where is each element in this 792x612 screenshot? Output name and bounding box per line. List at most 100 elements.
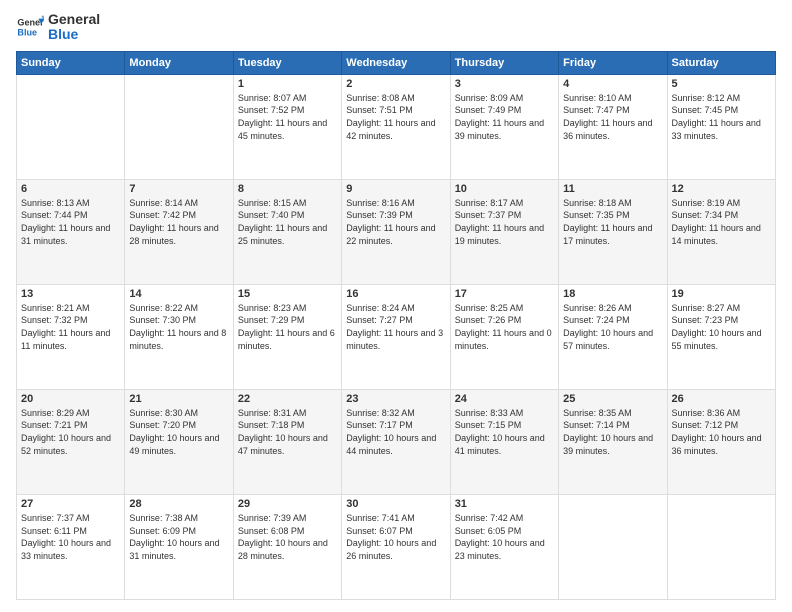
day-info: Sunrise: 8:33 AMSunset: 7:15 PMDaylight:…: [455, 407, 554, 457]
day-info: Sunrise: 8:35 AMSunset: 7:14 PMDaylight:…: [563, 407, 662, 457]
day-info: Sunrise: 8:22 AMSunset: 7:30 PMDaylight:…: [129, 302, 228, 352]
day-info: Sunrise: 7:39 AMSunset: 6:08 PMDaylight:…: [238, 512, 337, 562]
calendar-cell: 3 Sunrise: 8:09 AMSunset: 7:49 PMDaylight…: [450, 74, 558, 179]
day-info: Sunrise: 7:38 AMSunset: 6:09 PMDaylight:…: [129, 512, 228, 562]
day-number: 30: [346, 498, 445, 510]
day-number: 4: [563, 78, 662, 90]
day-info: Sunrise: 8:17 AMSunset: 7:37 PMDaylight:…: [455, 197, 554, 247]
calendar-cell: 25 Sunrise: 8:35 AMSunset: 7:14 PMDayligh…: [559, 389, 667, 494]
calendar-cell: [667, 494, 775, 599]
day-number: 15: [238, 288, 337, 300]
calendar-cell: 30 Sunrise: 7:41 AMSunset: 6:07 PMDayligh…: [342, 494, 450, 599]
logo: General Blue General Blue: [16, 12, 100, 43]
weekday-header-monday: Monday: [125, 51, 233, 74]
calendar-cell: 12Sunrise: 8:19 AMSunset: 7:34 PMDayligh…: [667, 179, 775, 284]
calendar-cell: 23 Sunrise: 8:32 AMSunset: 7:17 PMDayligh…: [342, 389, 450, 494]
calendar-cell: 29Sunrise: 7:39 AMSunset: 6:08 PMDayligh…: [233, 494, 341, 599]
day-info: Sunrise: 8:32 AMSunset: 7:17 PMDaylight:…: [346, 407, 445, 457]
weekday-header-tuesday: Tuesday: [233, 51, 341, 74]
svg-text:Blue: Blue: [17, 28, 37, 38]
weekday-header-wednesday: Wednesday: [342, 51, 450, 74]
calendar-cell: 4 Sunrise: 8:10 AMSunset: 7:47 PMDaylight…: [559, 74, 667, 179]
calendar-cell: [559, 494, 667, 599]
calendar-cell: 15 Sunrise: 8:23 AMSunset: 7:29 PMDayligh…: [233, 284, 341, 389]
day-info: Sunrise: 8:14 AMSunset: 7:42 PMDaylight:…: [129, 197, 228, 247]
calendar-cell: 17 Sunrise: 8:25 AMSunset: 7:26 PMDayligh…: [450, 284, 558, 389]
day-info: Sunrise: 8:26 AMSunset: 7:24 PMDaylight:…: [563, 302, 662, 352]
day-number: 19: [672, 288, 771, 300]
day-number: 7: [129, 183, 228, 195]
logo-icon: General Blue: [16, 13, 44, 41]
day-number: 5: [672, 78, 771, 90]
day-number: 13: [21, 288, 120, 300]
day-info: Sunrise: 8:09 AMSunset: 7:49 PMDaylight:…: [455, 92, 554, 142]
day-info: Sunrise: 8:36 AMSunset: 7:12 PMDaylight:…: [672, 407, 771, 457]
day-info: Sunrise: 8:25 AMSunset: 7:26 PMDaylight:…: [455, 302, 554, 352]
weekday-header-thursday: Thursday: [450, 51, 558, 74]
logo-blue: Blue: [48, 27, 100, 42]
calendar-cell: 24 Sunrise: 8:33 AMSunset: 7:15 PMDayligh…: [450, 389, 558, 494]
day-info: Sunrise: 8:31 AMSunset: 7:18 PMDaylight:…: [238, 407, 337, 457]
day-number: 23: [346, 393, 445, 405]
day-info: Sunrise: 8:15 AMSunset: 7:40 PMDaylight:…: [238, 197, 337, 247]
calendar-cell: 21 Sunrise: 8:30 AMSunset: 7:20 PMDayligh…: [125, 389, 233, 494]
day-number: 21: [129, 393, 228, 405]
day-number: 9: [346, 183, 445, 195]
day-number: 12: [672, 183, 771, 195]
day-info: Sunrise: 8:18 AMSunset: 7:35 PMDaylight:…: [563, 197, 662, 247]
day-number: 17: [455, 288, 554, 300]
calendar-cell: 19 Sunrise: 8:27 AMSunset: 7:23 PMDayligh…: [667, 284, 775, 389]
weekday-header-friday: Friday: [559, 51, 667, 74]
day-info: Sunrise: 8:16 AMSunset: 7:39 PMDaylight:…: [346, 197, 445, 247]
calendar-cell: 22 Sunrise: 8:31 AMSunset: 7:18 PMDayligh…: [233, 389, 341, 494]
day-number: 10: [455, 183, 554, 195]
day-info: Sunrise: 8:29 AMSunset: 7:21 PMDaylight:…: [21, 407, 120, 457]
calendar-week-4: 20 Sunrise: 8:29 AMSunset: 7:21 PMDayligh…: [17, 389, 776, 494]
calendar-cell: 10 Sunrise: 8:17 AMSunset: 7:37 PMDayligh…: [450, 179, 558, 284]
calendar-cell: 27Sunrise: 7:37 AMSunset: 6:11 PMDayligh…: [17, 494, 125, 599]
calendar-cell: 1Sunrise: 8:07 AMSunset: 7:52 PMDaylight…: [233, 74, 341, 179]
calendar-header-row: SundayMondayTuesdayWednesdayThursdayFrid…: [17, 51, 776, 74]
calendar-cell: 7 Sunrise: 8:14 AMSunset: 7:42 PMDaylight…: [125, 179, 233, 284]
weekday-header-sunday: Sunday: [17, 51, 125, 74]
page: General Blue General Blue SundayMondayTu…: [0, 0, 792, 612]
calendar-week-2: 6Sunrise: 8:13 AMSunset: 7:44 PMDaylight…: [17, 179, 776, 284]
calendar-cell: 8 Sunrise: 8:15 AMSunset: 7:40 PMDaylight…: [233, 179, 341, 284]
day-number: 3: [455, 78, 554, 90]
day-number: 22: [238, 393, 337, 405]
calendar-cell: 11Sunrise: 8:18 AMSunset: 7:35 PMDayligh…: [559, 179, 667, 284]
day-number: 26: [672, 393, 771, 405]
day-number: 8: [238, 183, 337, 195]
calendar-cell: 20 Sunrise: 8:29 AMSunset: 7:21 PMDayligh…: [17, 389, 125, 494]
calendar-cell: 14 Sunrise: 8:22 AMSunset: 7:30 PMDayligh…: [125, 284, 233, 389]
day-number: 20: [21, 393, 120, 405]
calendar-cell: 13 Sunrise: 8:21 AMSunset: 7:32 PMDayligh…: [17, 284, 125, 389]
calendar-cell: 2Sunrise: 8:08 AMSunset: 7:51 PMDaylight…: [342, 74, 450, 179]
header: General Blue General Blue: [16, 12, 776, 43]
logo-general: General: [48, 12, 100, 27]
weekday-header-saturday: Saturday: [667, 51, 775, 74]
calendar-cell: 31Sunrise: 7:42 AMSunset: 6:05 PMDayligh…: [450, 494, 558, 599]
day-info: Sunrise: 8:27 AMSunset: 7:23 PMDaylight:…: [672, 302, 771, 352]
calendar-cell: 6Sunrise: 8:13 AMSunset: 7:44 PMDaylight…: [17, 179, 125, 284]
day-number: 24: [455, 393, 554, 405]
calendar-table: SundayMondayTuesdayWednesdayThursdayFrid…: [16, 51, 776, 600]
day-info: Sunrise: 7:42 AMSunset: 6:05 PMDaylight:…: [455, 512, 554, 562]
day-info: Sunrise: 8:10 AMSunset: 7:47 PMDaylight:…: [563, 92, 662, 142]
calendar-cell: 5Sunrise: 8:12 AMSunset: 7:45 PMDaylight…: [667, 74, 775, 179]
day-number: 14: [129, 288, 228, 300]
day-number: 6: [21, 183, 120, 195]
day-info: Sunrise: 8:23 AMSunset: 7:29 PMDaylight:…: [238, 302, 337, 352]
calendar-cell: 18 Sunrise: 8:26 AMSunset: 7:24 PMDayligh…: [559, 284, 667, 389]
day-info: Sunrise: 8:30 AMSunset: 7:20 PMDaylight:…: [129, 407, 228, 457]
calendar-week-1: 1Sunrise: 8:07 AMSunset: 7:52 PMDaylight…: [17, 74, 776, 179]
day-info: Sunrise: 8:21 AMSunset: 7:32 PMDaylight:…: [21, 302, 120, 352]
day-info: Sunrise: 7:41 AMSunset: 6:07 PMDaylight:…: [346, 512, 445, 562]
calendar-cell: 26 Sunrise: 8:36 AMSunset: 7:12 PMDayligh…: [667, 389, 775, 494]
calendar-cell: 16Sunrise: 8:24 AMSunset: 7:27 PMDayligh…: [342, 284, 450, 389]
day-number: 25: [563, 393, 662, 405]
calendar-cell: 9 Sunrise: 8:16 AMSunset: 7:39 PMDaylight…: [342, 179, 450, 284]
day-number: 18: [563, 288, 662, 300]
calendar-cell: [125, 74, 233, 179]
calendar-week-3: 13 Sunrise: 8:21 AMSunset: 7:32 PMDayligh…: [17, 284, 776, 389]
